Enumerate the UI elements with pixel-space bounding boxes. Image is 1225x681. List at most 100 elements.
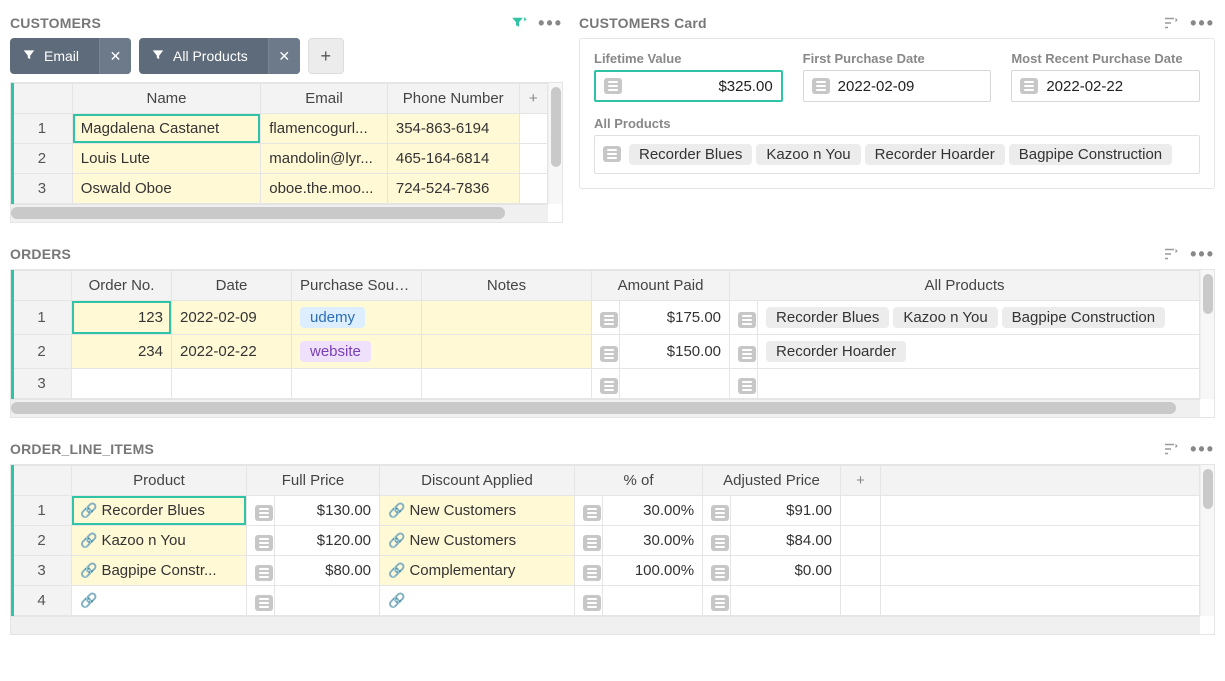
cell-icon-full[interactable] — [247, 496, 275, 526]
cell-blank[interactable] — [519, 114, 547, 144]
cell-discount[interactable]: 🔗New Customers — [380, 496, 575, 526]
horizontal-scrollbar[interactable] — [11, 616, 1200, 634]
cell-notes[interactable] — [422, 335, 592, 369]
cell-adjprice[interactable]: $91.00 — [731, 496, 841, 526]
cell-amount[interactable]: $150.00 — [620, 335, 730, 369]
row-number[interactable]: 1 — [12, 301, 72, 335]
row-number[interactable]: 3 — [12, 174, 73, 204]
row-number[interactable]: 2 — [12, 526, 72, 556]
col-product[interactable]: Product — [72, 466, 247, 496]
add-column-button[interactable]: + — [841, 466, 881, 496]
filter-sort-icon[interactable] — [1162, 245, 1180, 263]
cell-fullprice[interactable]: $80.00 — [275, 556, 380, 586]
cell-blank[interactable] — [519, 174, 547, 204]
cell-blank[interactable] — [841, 496, 881, 526]
cell-phone[interactable]: 465-164-6814 — [387, 144, 519, 174]
more-menu-icon[interactable]: ••• — [1190, 14, 1215, 32]
cell-adjprice[interactable]: $0.00 — [731, 556, 841, 586]
cell-orderno[interactable]: 123 — [72, 301, 172, 335]
add-column-button[interactable]: + — [519, 84, 547, 114]
cell-icon-products[interactable] — [730, 369, 758, 399]
table-row[interactable]: 2Louis Lutemandolin@lyr...465-164-6814 — [12, 144, 548, 174]
lifetime-value-field[interactable]: $325.00 — [594, 70, 783, 102]
vertical-scrollbar[interactable] — [1200, 270, 1214, 399]
cell-name[interactable]: Oswald Oboe — [72, 174, 260, 204]
cell-icon-full[interactable] — [247, 526, 275, 556]
corner-cell[interactable] — [12, 271, 72, 301]
cell-date[interactable]: 2022-02-22 — [172, 335, 292, 369]
vertical-scrollbar[interactable] — [1200, 465, 1214, 616]
product-tag[interactable]: Recorder Blues — [629, 144, 752, 165]
vertical-scrollbar[interactable] — [548, 83, 562, 204]
cell-blank[interactable] — [841, 586, 881, 616]
cell-product[interactable]: 🔗Kazoo n You — [72, 526, 247, 556]
horizontal-scrollbar[interactable] — [11, 204, 548, 222]
cell-icon-pct[interactable] — [575, 526, 603, 556]
cell-source[interactable]: udemy — [292, 301, 422, 335]
corner-cell[interactable] — [12, 466, 72, 496]
col-notes[interactable]: Notes — [422, 271, 592, 301]
cell-phone[interactable]: 354-863-6194 — [387, 114, 519, 144]
cell-icon-adj[interactable] — [703, 556, 731, 586]
cell-pct[interactable]: 30.00% — [603, 526, 703, 556]
cell-blank[interactable] — [881, 586, 1200, 616]
product-tag[interactable]: Kazoo n You — [893, 307, 997, 328]
filter-chip-close[interactable]: ✕ — [268, 38, 300, 74]
corner-cell[interactable] — [12, 84, 73, 114]
cell-source[interactable] — [292, 369, 422, 399]
col-discount[interactable]: Discount Applied — [380, 466, 575, 496]
cell-amount[interactable] — [620, 369, 730, 399]
cell-discount[interactable]: 🔗New Customers — [380, 526, 575, 556]
source-tag[interactable]: udemy — [300, 307, 365, 328]
first-purchase-field[interactable]: 2022-02-09 — [803, 70, 992, 102]
col-date[interactable]: Date — [172, 271, 292, 301]
cell-icon-full[interactable] — [247, 556, 275, 586]
cell-blank[interactable] — [881, 556, 1200, 586]
cell-adjprice[interactable] — [731, 586, 841, 616]
cell-pct[interactable]: 100.00% — [603, 556, 703, 586]
cell-blank[interactable] — [881, 526, 1200, 556]
product-tag[interactable]: Bagpipe Construction — [1009, 144, 1172, 165]
cell-adjprice[interactable]: $84.00 — [731, 526, 841, 556]
table-row[interactable]: 22342022-02-22website$150.00Recorder Hoa… — [12, 335, 1200, 369]
cell-orderno[interactable]: 234 — [72, 335, 172, 369]
filter-sort-icon[interactable] — [1162, 440, 1180, 458]
row-number[interactable]: 3 — [12, 556, 72, 586]
col-allproducts[interactable]: All Products — [730, 271, 1200, 301]
col-name[interactable]: Name — [72, 84, 260, 114]
table-row[interactable]: 1🔗Recorder Blues$130.00🔗New Customers30.… — [12, 496, 1200, 526]
cell-fullprice[interactable]: $130.00 — [275, 496, 380, 526]
cell-notes[interactable] — [422, 301, 592, 335]
col-fullprice[interactable]: Full Price — [247, 466, 380, 496]
cell-products[interactable] — [758, 369, 1200, 399]
cell-discount[interactable]: 🔗 — [380, 586, 575, 616]
col-amount[interactable]: Amount Paid — [592, 271, 730, 301]
cell-pct[interactable] — [603, 586, 703, 616]
cell-amount[interactable]: $175.00 — [620, 301, 730, 335]
col-source[interactable]: Purchase Source — [292, 271, 422, 301]
row-number[interactable]: 4 — [12, 586, 72, 616]
cell-orderno[interactable] — [72, 369, 172, 399]
cell-icon-pct[interactable] — [575, 496, 603, 526]
row-number[interactable]: 1 — [12, 496, 72, 526]
product-tag[interactable]: Recorder Hoarder — [865, 144, 1005, 165]
cell-blank[interactable] — [841, 556, 881, 586]
table-row[interactable]: 2🔗Kazoo n You$120.00🔗New Customers30.00%… — [12, 526, 1200, 556]
filter-chip-email[interactable]: Email ✕ — [10, 38, 131, 74]
cell-discount[interactable]: 🔗Complementary — [380, 556, 575, 586]
cell-icon-full[interactable] — [247, 586, 275, 616]
cell-product[interactable]: 🔗Bagpipe Constr... — [72, 556, 247, 586]
all-products-field[interactable]: Recorder BluesKazoo n YouRecorder Hoarde… — [594, 135, 1200, 174]
row-number[interactable]: 3 — [12, 369, 72, 399]
row-number[interactable]: 2 — [12, 335, 72, 369]
row-number[interactable]: 1 — [12, 114, 73, 144]
customers-table[interactable]: Name Email Phone Number + 1Magdalena Cas… — [11, 83, 548, 204]
product-tag[interactable]: Recorder Hoarder — [766, 341, 906, 362]
table-row[interactable]: 3Oswald Oboeoboe.the.moo...724-524-7836 — [12, 174, 548, 204]
table-row[interactable]: 11232022-02-09udemy$175.00Recorder Blues… — [12, 301, 1200, 335]
col-orderno[interactable]: Order No. — [72, 271, 172, 301]
cell-pct[interactable]: 30.00% — [603, 496, 703, 526]
cell-icon-products[interactable] — [730, 335, 758, 369]
cell-notes[interactable] — [422, 369, 592, 399]
table-row[interactable]: 3🔗Bagpipe Constr... $80.00🔗Complementary 1… — [12, 556, 1200, 586]
